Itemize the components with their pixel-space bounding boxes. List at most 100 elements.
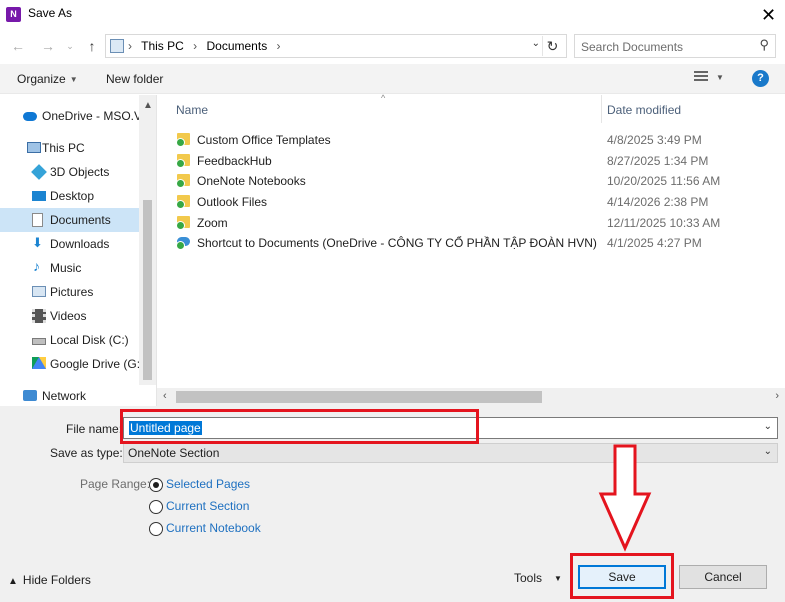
folder-icon xyxy=(176,133,190,147)
horizontal-scrollbar[interactable]: ‹ › xyxy=(157,388,785,406)
desktop-icon xyxy=(32,191,46,201)
sidebar-item-onedrive[interactable]: OneDrive - MSO.VN xyxy=(0,104,139,128)
address-bar[interactable]: › This PC › Documents › ⌄ ↻ xyxy=(105,34,567,58)
cancel-button[interactable]: Cancel xyxy=(679,565,767,589)
refresh-icon: ↻ xyxy=(546,38,559,54)
sidebar-item-3d-objects[interactable]: 3D Objects xyxy=(0,160,139,184)
arrow-down-icon xyxy=(598,444,652,552)
hide-folders-button[interactable]: ▲ Hide Folders xyxy=(8,573,91,587)
scroll-up-icon[interactable]: ▲ xyxy=(143,100,153,111)
search-icon: ⚲ xyxy=(759,37,769,52)
title-bar: N Save As ✕ xyxy=(0,0,785,30)
save-as-type-label: Save as type: xyxy=(50,446,123,460)
column-header-name[interactable]: Name xyxy=(176,103,208,117)
radio-label-current-section[interactable]: Current Section xyxy=(166,499,249,513)
chevron-down-icon[interactable]: ⌄ xyxy=(764,421,772,432)
column-header-date-modified[interactable]: Date modified xyxy=(607,103,681,117)
breadcrumb-documents[interactable]: Documents xyxy=(207,39,268,53)
search-box[interactable]: Search Documents ⚲ xyxy=(574,34,776,58)
sidebar-item-label: 3D Objects xyxy=(50,165,110,179)
tools-button[interactable]: Tools ▼ xyxy=(514,571,562,585)
sidebar-item-label: Music xyxy=(50,261,82,275)
onedrive-icon xyxy=(23,112,37,121)
documents-icon xyxy=(32,213,43,227)
recent-locations-button[interactable]: ⌄ xyxy=(60,36,80,56)
list-item[interactable]: FeedbackHub 8/27/2025 1:34 PM xyxy=(157,151,785,171)
save-as-type-select[interactable]: OneNote Section ⌄ xyxy=(123,443,778,463)
forward-arrow-icon: → xyxy=(41,38,55,54)
chevron-down-icon: ⌄ xyxy=(66,41,74,51)
address-dropdown-icon[interactable]: ⌄ xyxy=(532,38,540,49)
new-folder-button[interactable]: New folder xyxy=(106,72,163,86)
sidebar-item-label: Pictures xyxy=(50,285,94,299)
sidebar-item-label: Downloads xyxy=(50,237,110,251)
breadcrumb: › This PC › Documents › xyxy=(128,39,287,53)
caret-down-icon: ▼ xyxy=(554,574,562,583)
sidebar-item-videos[interactable]: Videos xyxy=(0,304,139,328)
sidebar-item-this-pc[interactable]: This PC xyxy=(0,136,139,160)
save-button-highlight-box xyxy=(570,553,674,599)
refresh-button[interactable]: ↻ xyxy=(542,36,562,56)
close-button[interactable]: ✕ xyxy=(752,0,785,30)
breadcrumb-separator-icon: › xyxy=(193,39,198,53)
this-pc-icon xyxy=(27,142,41,153)
window-title: Save As xyxy=(28,6,73,20)
radio-current-notebook[interactable] xyxy=(149,522,163,536)
command-bar: Organize ▼ New folder ▼ ? xyxy=(0,64,785,94)
chevron-down-icon[interactable]: ⌄ xyxy=(764,446,772,457)
scrollbar-thumb[interactable] xyxy=(143,200,152,380)
list-item[interactable]: Custom Office Templates 4/8/2025 3:49 PM xyxy=(157,130,785,150)
scroll-left-icon[interactable]: ‹ xyxy=(163,390,167,402)
scroll-right-icon[interactable]: › xyxy=(775,390,779,402)
pictures-icon xyxy=(32,286,46,297)
sidebar-item-label: Videos xyxy=(50,309,87,323)
folder-icon xyxy=(176,154,190,168)
sidebar-item-documents[interactable]: Documents xyxy=(0,208,139,232)
radio-selected-pages[interactable] xyxy=(149,478,163,492)
search-input[interactable]: Search Documents xyxy=(581,40,683,54)
view-options-icon[interactable] xyxy=(694,71,708,85)
sidebar-item-pictures[interactable]: Pictures xyxy=(0,280,139,304)
folder-icon xyxy=(176,216,190,230)
scrollbar-thumb[interactable] xyxy=(176,391,542,403)
downloads-icon: ⬇ xyxy=(32,235,43,250)
view-options-caret-icon[interactable]: ▼ xyxy=(716,73,724,82)
back-button[interactable]: ← xyxy=(8,36,28,56)
navigation-scrollbar[interactable]: ▲ xyxy=(139,95,156,385)
folder-icon xyxy=(176,174,190,188)
sidebar-item-label: Google Drive (G:) xyxy=(50,357,139,371)
sidebar-item-music[interactable]: ♪ Music xyxy=(0,256,139,280)
organize-button[interactable]: Organize ▼ xyxy=(17,72,78,86)
file-name: Shortcut to Documents (OneDrive - CÔNG T… xyxy=(197,236,597,250)
forward-button[interactable]: → xyxy=(38,36,58,56)
up-arrow-icon: ↑ xyxy=(88,38,96,54)
caret-down-icon: ▼ xyxy=(69,75,78,84)
file-name: Zoom xyxy=(197,216,228,230)
sidebar-item-network[interactable]: Network xyxy=(0,384,139,408)
file-date: 4/1/2025 4:27 PM xyxy=(607,236,702,250)
folder-icon xyxy=(176,195,190,209)
sidebar-item-google-drive[interactable]: Google Drive (G:) xyxy=(0,352,139,376)
sidebar-item-local-disk[interactable]: Local Disk (C:) xyxy=(0,328,139,352)
radio-current-section[interactable] xyxy=(149,500,163,514)
help-icon[interactable]: ? xyxy=(752,70,769,87)
up-button[interactable]: ↑ xyxy=(82,36,102,56)
file-date: 8/27/2025 1:34 PM xyxy=(607,154,709,168)
file-list: ^ Name Date modified Custom Office Templ… xyxy=(157,93,785,390)
network-icon xyxy=(23,390,37,401)
sidebar-item-downloads[interactable]: ⬇ Downloads xyxy=(0,232,139,256)
list-item[interactable]: OneNote Notebooks 10/20/2025 11:56 AM xyxy=(157,171,785,191)
sidebar-item-desktop[interactable]: Desktop xyxy=(0,184,139,208)
file-date: 4/8/2025 3:49 PM xyxy=(607,133,702,147)
list-item[interactable]: Outlook Files 4/14/2026 2:38 PM xyxy=(157,192,785,212)
column-divider[interactable] xyxy=(601,95,602,123)
list-item[interactable]: Zoom 12/11/2025 10:33 AM xyxy=(157,213,785,233)
file-name: Custom Office Templates xyxy=(197,133,331,147)
radio-label-selected-pages[interactable]: Selected Pages xyxy=(166,477,250,491)
file-name-highlight-box xyxy=(120,409,479,444)
radio-label-current-notebook[interactable]: Current Notebook xyxy=(166,521,261,535)
file-name: OneNote Notebooks xyxy=(197,174,306,188)
3d-objects-icon xyxy=(31,164,47,180)
list-item[interactable]: Shortcut to Documents (OneDrive - CÔNG T… xyxy=(157,233,785,253)
breadcrumb-this-pc[interactable]: This PC xyxy=(141,39,184,53)
